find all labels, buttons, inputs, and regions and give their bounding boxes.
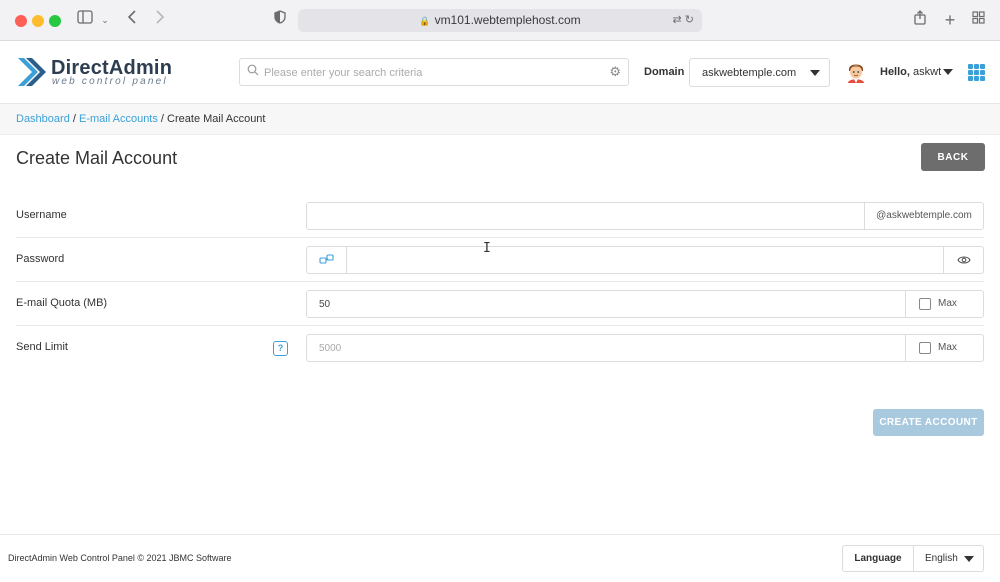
send-limit-row: Send Limit ? Max [16,326,984,370]
maximize-window-button[interactable] [49,15,61,27]
quota-row: E-mail Quota (MB) Max [16,282,984,326]
shield-icon[interactable] [272,10,288,30]
address-url: vm101.webtemplehost.com [434,13,581,27]
send-limit-max-label: Max [938,342,957,353]
breadcrumb: Dashboard / E-mail Accounts / Create Mai… [0,104,1000,135]
lock-icon: 🔒 [419,16,431,26]
generate-password-icon[interactable] [307,247,347,273]
user-menu-caret-icon[interactable] [943,69,953,75]
close-window-button[interactable] [15,15,27,27]
search-input[interactable] [264,63,604,83]
quota-label: E-mail Quota (MB) [16,297,108,309]
sidebar-toggle-icon[interactable] [76,10,94,30]
quota-field-group: Max [306,290,984,318]
browser-toolbar: ⌄ 🔒 vm101.webtemplehost.com ⇄ ↻ + [0,0,1000,41]
breadcrumb-email-accounts[interactable]: E-mail Accounts [79,113,158,125]
quota-input[interactable] [307,291,904,317]
domain-label: Domain [644,66,685,78]
hello-prefix: Hello, [880,66,910,78]
username-input[interactable] [307,203,863,229]
caret-down-icon [810,70,820,76]
send-limit-max-option[interactable]: Max [905,335,983,361]
create-account-button[interactable]: CREATE ACCOUNT [873,409,984,436]
text-cursor-icon: I [483,241,491,256]
directadmin-logo-icon[interactable] [16,56,46,88]
language-value: English [925,553,958,564]
minimize-window-button[interactable] [32,15,44,27]
send-limit-help-icon[interactable]: ? [273,341,288,356]
copyright-text: DirectAdmin Web Control Panel © 2021 JBM… [8,553,232,563]
username-label: Username [16,209,67,221]
quota-max-option[interactable]: Max [905,291,983,317]
page-footer: DirectAdmin Web Control Panel © 2021 JBM… [0,534,1000,582]
send-limit-label: Send Limit [16,341,68,353]
password-input[interactable] [348,247,942,273]
avatar[interactable] [846,61,866,83]
password-field-group [306,246,984,274]
breadcrumb-dashboard[interactable]: Dashboard [16,113,70,125]
new-tab-icon[interactable]: + [942,10,958,30]
send-limit-input[interactable] [307,335,904,361]
page-title: Create Mail Account [16,148,178,168]
share-icon[interactable] [912,10,928,30]
back-nav-icon[interactable] [124,10,140,30]
back-button[interactable]: BACK [921,143,985,171]
domain-select-value: askwebtemple.com [702,67,797,79]
chevron-down-icon[interactable]: ⌄ [100,10,110,30]
gear-icon[interactable]: ⚙ [609,64,621,80]
password-label: Password [16,253,65,265]
apps-grid-icon[interactable] [968,64,985,81]
username-domain-suffix: @askwebtemple.com [864,203,983,229]
tab-overview-icon[interactable] [970,10,986,30]
quota-max-checkbox[interactable] [919,298,931,310]
send-limit-max-checkbox[interactable] [919,342,931,354]
translate-reload-icons[interactable]: ⇄ ↻ [673,9,695,32]
username: askwt [913,66,942,78]
password-row: Password [16,238,984,282]
search-icon [247,64,259,79]
send-limit-field-group: Max [306,334,984,362]
forward-nav-icon[interactable] [152,10,168,30]
logo-subtitle: web control panel [52,76,168,87]
search-box: ⚙ [239,58,629,86]
language-label: Language [843,546,914,571]
breadcrumb-current: Create Mail Account [167,113,266,125]
user-greeting[interactable]: Hello, askwt [880,66,941,78]
language-select[interactable]: Language English [842,545,984,572]
address-bar[interactable]: 🔒 vm101.webtemplehost.com ⇄ ↻ [298,9,702,32]
app-header: DirectAdmin web control panel ⚙ Domain a… [0,41,1000,104]
username-field-group: @askwebtemple.com [306,202,984,230]
breadcrumb-separator: / [157,113,168,125]
language-caret-icon [964,556,974,562]
show-password-eye-icon[interactable] [943,247,983,273]
domain-select[interactable]: askwebtemple.com [689,58,830,87]
quota-max-label: Max [938,298,957,309]
username-row: Username @askwebtemple.com [16,194,984,238]
breadcrumb-separator: / [69,113,79,125]
